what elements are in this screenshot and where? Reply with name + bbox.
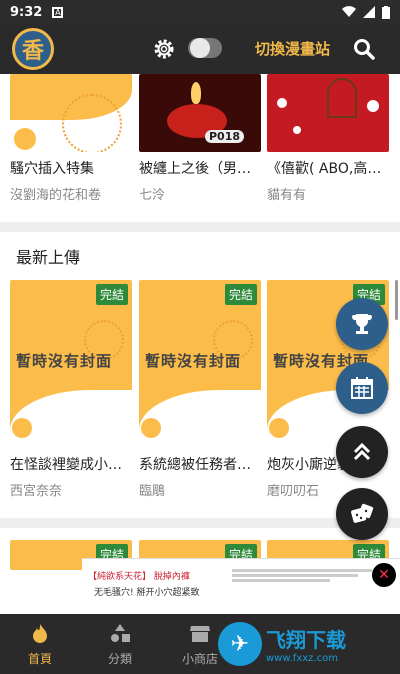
content-scroll[interactable]: 騷穴插入特集 沒劉海的花和卷 P018 被纏上之後（男男... 七泠 《僖歡( …: [0, 74, 400, 614]
book-title: 騷穴插入特集: [10, 161, 94, 177]
switch-site-button[interactable]: 切換漫畫站: [255, 38, 330, 59]
book-title: 《僖歡( ABO,高H,...: [267, 161, 389, 177]
watermark-logo-icon: ✈: [218, 622, 262, 666]
book-title: 被纏上之後（男男...: [139, 161, 261, 177]
double-chevron-up-icon: [353, 442, 371, 461]
book-card[interactable]: 《僖歡( ABO,高H,... 貓有有: [267, 74, 389, 203]
notification-icon: A: [52, 6, 64, 18]
section-divider: [0, 222, 400, 232]
flame-icon: [33, 623, 47, 643]
completed-badge: 完結: [95, 284, 128, 305]
ad-line1: 【純欲系天花】 脫掉內褲: [88, 572, 190, 582]
book-card[interactable]: P018 被纏上之後（男男... 七泠: [139, 74, 261, 203]
ad-close-icon[interactable]: ✕: [372, 563, 396, 587]
ad-banner[interactable]: 【純欲系天花】 脫掉內褲 无毛骚穴! 掰开小穴超紧致 ✕: [82, 558, 400, 614]
ad-fine-print: [232, 567, 372, 584]
calendar-button[interactable]: [336, 362, 388, 414]
status-icons: [342, 5, 390, 19]
signal-icon: [363, 6, 375, 18]
scrollbar[interactable]: [395, 280, 398, 320]
book-author: 臨鵰: [139, 484, 166, 499]
status-bar: 9:32 A: [0, 0, 400, 24]
search-icon[interactable]: [352, 37, 376, 61]
app-logo[interactable]: 香: [12, 28, 54, 70]
book-title: 系統總被任務者看...: [139, 457, 261, 473]
calendar-icon: [351, 377, 373, 399]
nav-label: 分類: [107, 651, 132, 666]
no-cover-text: 暫時沒有封面: [145, 352, 242, 370]
watermark: ✈ 飞翔下载 www.fxxz.com: [218, 614, 400, 674]
book-author: 西宮奈奈: [10, 484, 63, 499]
book-cover: 暫時沒有封面 完結: [139, 280, 261, 448]
no-cover-text: 暫時沒有封面: [16, 352, 113, 370]
book-cover: P018: [139, 74, 261, 152]
book-author: 七泠: [139, 188, 166, 203]
settings-gear-icon[interactable]: [152, 37, 176, 61]
section-title: 最新上傳: [16, 248, 81, 267]
battery-icon: [382, 5, 390, 19]
random-dice-button[interactable]: [336, 488, 388, 540]
ranking-trophy-button[interactable]: [336, 298, 388, 350]
scroll-top-button[interactable]: [336, 426, 388, 478]
book-author: 貓有有: [267, 188, 307, 203]
watermark-name: 飞翔下载: [266, 628, 346, 652]
watermark-url: www.fxxz.com: [266, 653, 338, 664]
book-author: 沒劉海的花和卷: [10, 188, 102, 203]
ad-line2: 无毛骚穴! 掰开小穴超紧致: [94, 588, 200, 598]
book-title: 在怪談裡變成小狼...: [10, 457, 132, 473]
book-cover: [267, 74, 389, 152]
completed-badge: 完結: [224, 284, 257, 305]
nav-categories[interactable]: 分類: [80, 614, 160, 674]
book-cover: [10, 74, 132, 152]
app-screen: 9:32 A 香 切換漫畫站 騷穴插入特集 沒劉海的花和卷 P018 被纏上之後…: [0, 0, 400, 674]
dice-icon: [351, 503, 374, 523]
theme-toggle[interactable]: [188, 38, 222, 58]
app-bar: 香 切換漫畫站: [0, 24, 400, 74]
nav-label: 小商店: [181, 651, 218, 666]
book-card[interactable]: 暫時沒有封面 完結 在怪談裡變成小狼... 西宮奈奈: [10, 280, 132, 499]
nav-label: 首頁: [27, 651, 52, 666]
nav-home[interactable]: 首頁: [0, 614, 80, 674]
book-cover: 暫時沒有封面 完結: [10, 280, 132, 448]
wifi-icon: [342, 6, 356, 18]
book-card[interactable]: 暫時沒有封面 完結 系統總被任務者看... 臨鵰: [139, 280, 261, 499]
shapes-icon: [111, 623, 130, 642]
book-card[interactable]: 騷穴插入特集 沒劉海的花和卷: [10, 74, 132, 203]
store-icon: [190, 625, 210, 642]
toggle-knob: [190, 38, 210, 58]
trophy-icon: [352, 314, 372, 334]
status-time: 9:32: [10, 4, 43, 20]
